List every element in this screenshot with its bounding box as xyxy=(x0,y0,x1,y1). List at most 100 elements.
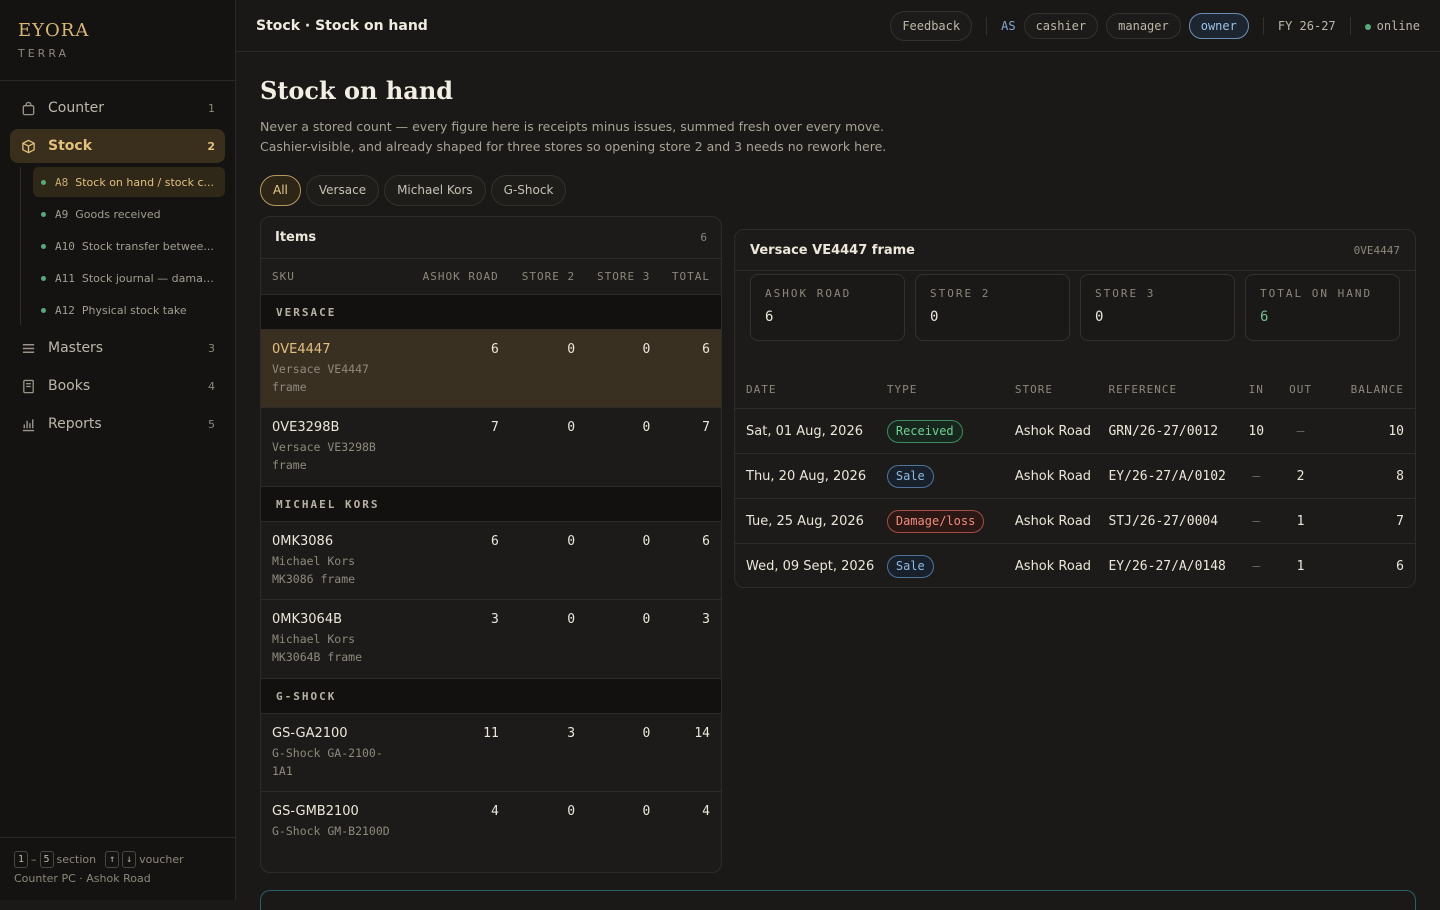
mv-reference[interactable]: STJ/26-27/0004 xyxy=(1108,514,1246,529)
mv-balance: 8 xyxy=(1396,468,1404,484)
nav-shortcut: 4 xyxy=(208,379,215,393)
filter-all[interactable]: All xyxy=(260,175,301,206)
col-total: TOTAL xyxy=(671,270,710,283)
subnav-code: A10 xyxy=(55,239,75,253)
status-dot xyxy=(41,307,46,313)
nav-label: Masters xyxy=(48,340,104,356)
subnav-code: A11 xyxy=(55,271,75,285)
role-owner-toggle[interactable]: owner xyxy=(1188,12,1249,39)
keyboard-hints: 1 – 5 section ↑ ↓ voucher xyxy=(14,851,221,868)
row-ashok-road: 3 xyxy=(490,612,499,627)
brand-filters: All Versace Michael Kors G-Shock xyxy=(260,175,1416,206)
card-label: TOTAL ON HAND xyxy=(1260,287,1373,300)
table-row[interactable]: 0VE3298B Versace VE3298B frame 7 0 0 7 xyxy=(261,408,721,487)
divider xyxy=(1262,16,1264,35)
type-badge: Received xyxy=(886,419,963,443)
mv-store: Ashok Road xyxy=(1014,468,1092,484)
mv-reference[interactable]: GRN/26-27/0012 xyxy=(1108,424,1246,439)
sidebar: EYORA TERRA Counter 1 Stock 2 A8 Stock o… xyxy=(0,0,236,900)
nav-item-stock[interactable]: Stock 2 xyxy=(10,129,225,163)
desc-line-2: Cashier-visible, and already shaped for … xyxy=(260,139,887,154)
terminal-location: Counter PC · Ashok Road xyxy=(14,872,151,885)
mv-in: — xyxy=(1252,559,1261,574)
subnav-code: A12 xyxy=(55,303,75,317)
col-in: IN xyxy=(1248,383,1264,396)
group-header: MICHAEL KORS xyxy=(261,487,721,522)
mv-date: Tue, 25 Aug, 2026 xyxy=(746,513,864,529)
mv-reference[interactable]: EY/26-27/A/0148 xyxy=(1108,559,1246,574)
col-ashok-road: ASHOK ROAD xyxy=(422,270,499,283)
mv-balance: 10 xyxy=(1388,423,1404,439)
subnav-label: Goods received xyxy=(75,207,161,221)
row-total: 6 xyxy=(702,534,710,549)
row-total: 14 xyxy=(694,726,710,741)
item-detail-panel: Versace VE4447 frame 0VE4447 ASHOK ROAD … xyxy=(734,229,1416,588)
row-store-3: 0 xyxy=(642,726,651,741)
key-dash: – xyxy=(31,853,37,866)
list-icon xyxy=(20,340,36,356)
nav-shortcut: 2 xyxy=(207,139,215,153)
mv-in: — xyxy=(1252,468,1261,484)
type-badge: Damage/loss xyxy=(886,509,985,533)
filter-michael-kors[interactable]: Michael Kors xyxy=(384,175,486,206)
book-icon xyxy=(20,378,36,394)
row-ashok-road: 6 xyxy=(490,342,499,357)
status-dot xyxy=(41,275,46,281)
subnav-item-a10[interactable]: A10 Stock transfer betwee... xyxy=(33,231,225,261)
card-value: 0 xyxy=(930,309,939,325)
connection-status: online xyxy=(1364,18,1420,33)
role-cashier-toggle[interactable]: cashier xyxy=(1023,12,1099,39)
bag-icon xyxy=(20,100,36,116)
mv-date: Wed, 09 Sept, 2026 xyxy=(746,559,875,574)
row-name: Michael Kors MK3064B frame xyxy=(272,632,363,664)
row-sku: 0MK3086 xyxy=(272,534,334,549)
row-total: 4 xyxy=(702,804,710,819)
card-ashok-road: ASHOK ROAD 6 xyxy=(750,274,905,341)
row-total: 3 xyxy=(702,612,710,627)
table-row[interactable]: 0MK3086 Michael Kors MK3086 frame 6 0 0 6 xyxy=(261,522,721,600)
nav-item-counter[interactable]: Counter 1 xyxy=(10,91,225,125)
subnav-item-a11[interactable]: A11 Stock journal — damag... xyxy=(33,263,225,293)
filter-versace[interactable]: Versace xyxy=(305,175,380,206)
subnav-item-a12[interactable]: A12 Physical stock take xyxy=(33,295,225,325)
mv-store: Ashok Road xyxy=(1014,423,1092,439)
filter-g-shock[interactable]: G-Shock xyxy=(490,175,567,206)
col-type: TYPE xyxy=(886,383,918,396)
mv-reference[interactable]: EY/26-27/A/0102 xyxy=(1108,469,1246,484)
card-label: ASHOK ROAD xyxy=(765,287,852,300)
nav-item-books[interactable]: Books 4 xyxy=(10,369,225,403)
type-badge: Sale xyxy=(886,555,934,578)
subnav-item-a8[interactable]: A8 Stock on hand / stock c... xyxy=(33,167,225,197)
detail-sku: 0VE4447 xyxy=(1353,243,1400,257)
status-text: online xyxy=(1376,18,1420,33)
row-name: Versace VE3298B frame xyxy=(272,440,376,472)
movement-column-headers: DATE TYPE STORE REFERENCE IN OUT BALANCE xyxy=(735,371,1415,409)
row-ashok-road: 11 xyxy=(483,726,499,741)
breadcrumb: Stock · Stock on hand xyxy=(256,17,428,34)
row-store-3: 0 xyxy=(642,420,651,435)
subnav-code: A8 xyxy=(55,175,69,189)
movement-row[interactable]: Wed, 09 Sept, 2026 Sale Ashok Road EY/26… xyxy=(735,544,1415,587)
subnav-item-a9[interactable]: A9 Goods received xyxy=(33,199,225,229)
row-store-2: 0 xyxy=(567,612,576,627)
nav-item-masters[interactable]: Masters 3 xyxy=(10,331,225,365)
table-row[interactable]: 0MK3064B Michael Kors MK3064B frame 3 0 0… xyxy=(261,600,721,679)
feedback-button[interactable]: Feedback xyxy=(890,10,973,41)
role-manager-toggle[interactable]: manager xyxy=(1106,12,1181,39)
section-hint: section xyxy=(56,853,97,866)
row-total: 6 xyxy=(702,342,710,357)
movement-row[interactable]: Sat, 01 Aug, 2026 Received Ashok Road GR… xyxy=(735,409,1415,454)
subnav-label: Stock on hand / stock c... xyxy=(75,175,214,189)
mv-out: — xyxy=(1296,423,1305,439)
table-row[interactable]: GS-GA2100 G-Shock GA-2100-1A1 11 3 0 14 xyxy=(261,714,721,792)
mv-balance: 7 xyxy=(1396,513,1404,529)
row-name: G-Shock GA-2100-1A1 xyxy=(272,746,383,778)
mv-store: Ashok Road xyxy=(1014,559,1092,574)
row-name: G-Shock GM-B2100D xyxy=(272,824,390,838)
nav-item-reports[interactable]: Reports 5 xyxy=(10,407,225,441)
movement-row[interactable]: Thu, 20 Aug, 2026 Sale Ashok Road EY/26-… xyxy=(735,454,1415,499)
table-row[interactable]: 0VE4447 Versace VE4447 frame 6 0 0 6 xyxy=(261,330,721,408)
movement-row[interactable]: Tue, 25 Aug, 2026 Damage/loss Ashok Road… xyxy=(735,499,1415,544)
nav-shortcut: 3 xyxy=(208,341,215,355)
table-row[interactable]: GS-GMB2100 G-Shock GM-B2100D 4 0 0 4 xyxy=(261,792,721,871)
